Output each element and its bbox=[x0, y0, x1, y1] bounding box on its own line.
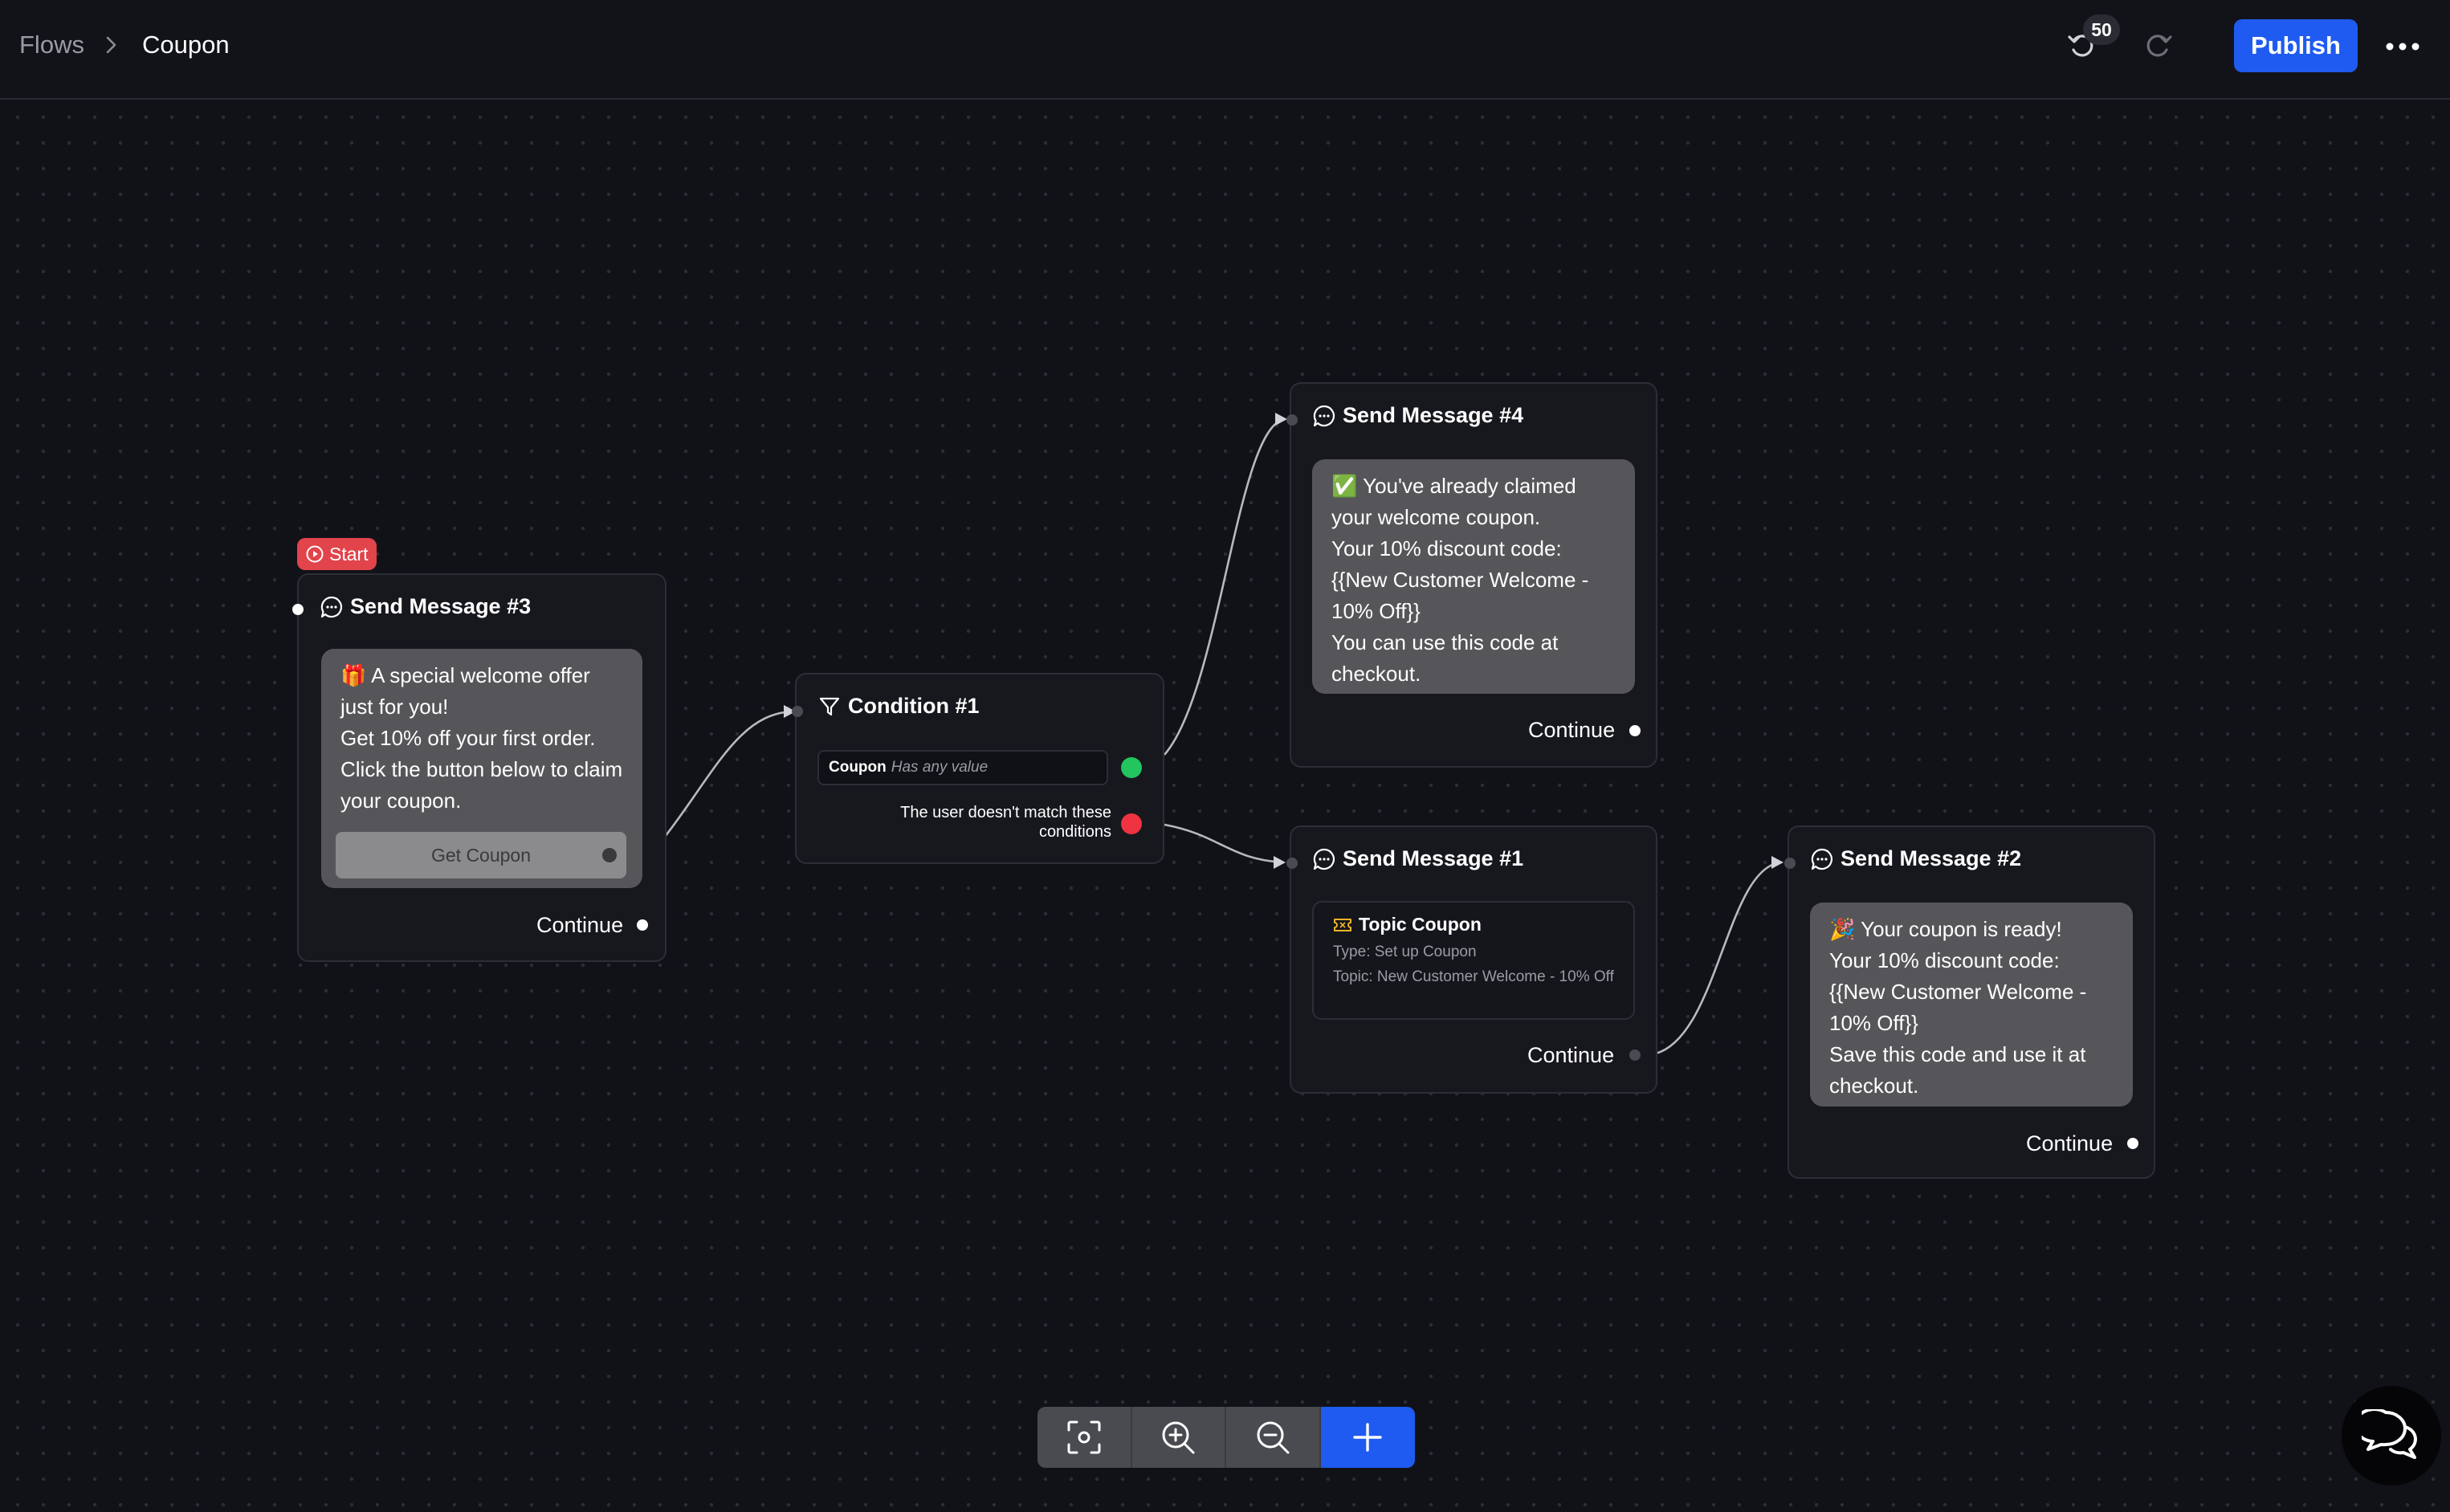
condition-rule[interactable]: Coupon Has any value bbox=[817, 750, 1108, 785]
support-chat-button[interactable] bbox=[2342, 1386, 2441, 1486]
start-badge: Start bbox=[297, 538, 377, 570]
coupon-topic-card: Topic Coupon Type: Set up Coupon Topic: … bbox=[1312, 901, 1635, 1020]
condition-operator: Has any value bbox=[891, 759, 989, 776]
topic-name: Topic: New Customer Welcome - 10% Off bbox=[1333, 968, 1614, 985]
node-title: Send Message #2 bbox=[1810, 846, 2021, 871]
add-node-button[interactable] bbox=[1320, 1407, 1415, 1468]
redo-icon[interactable] bbox=[2142, 29, 2175, 61]
zoom-in-button[interactable] bbox=[1132, 1407, 1226, 1468]
node-title: Send Message #1 bbox=[1312, 846, 1523, 871]
chat-support-icon bbox=[2362, 1409, 2417, 1459]
get-coupon-button[interactable]: Get Coupon bbox=[336, 832, 626, 878]
output-handle[interactable] bbox=[2127, 1138, 2138, 1149]
input-handle[interactable] bbox=[292, 604, 304, 615]
input-handle[interactable] bbox=[1286, 858, 1298, 869]
output-handle[interactable] bbox=[1629, 725, 1641, 736]
no-match-output-handle[interactable] bbox=[1121, 813, 1142, 834]
gift-emoji: 🎁 bbox=[340, 663, 367, 687]
canvas-toolbar bbox=[1037, 1407, 1415, 1468]
chat-bubble-icon bbox=[320, 596, 343, 617]
node-title: Send Message #3 bbox=[320, 594, 531, 619]
input-handle[interactable] bbox=[792, 706, 803, 717]
publish-button[interactable]: Publish bbox=[2234, 19, 2358, 72]
chevron-right-icon bbox=[106, 36, 116, 54]
chat-bubble-icon bbox=[1313, 848, 1335, 870]
filter-icon bbox=[819, 697, 840, 715]
check-emoji: ✅ bbox=[1331, 474, 1358, 498]
fit-view-button[interactable] bbox=[1037, 1407, 1132, 1468]
plus-icon bbox=[1353, 1423, 1382, 1452]
continue-label: Continue bbox=[1527, 1043, 1615, 1067]
topic-type: Type: Set up Coupon bbox=[1333, 943, 1477, 960]
input-handle[interactable] bbox=[1286, 414, 1298, 426]
zoom-in-icon bbox=[1162, 1421, 1195, 1454]
continue-label: Continue bbox=[2026, 1131, 2114, 1155]
start-label: Start bbox=[329, 544, 369, 564]
condition-field: Coupon bbox=[829, 759, 887, 776]
breadcrumb-flows-link[interactable]: Flows bbox=[19, 31, 84, 59]
more-horizontal-icon[interactable] bbox=[2385, 32, 2420, 61]
message-bubble: 🎉 Your coupon is ready! Your 10% discoun… bbox=[1810, 903, 2133, 1106]
output-handle[interactable] bbox=[1629, 1049, 1641, 1061]
match-output-handle[interactable] bbox=[1121, 757, 1142, 778]
continue-label: Continue bbox=[536, 913, 624, 937]
zoom-out-icon bbox=[1257, 1421, 1290, 1454]
else-label: The user doesn't match these conditions bbox=[900, 804, 1111, 841]
flow-editor: Flows Coupon 50 Publish Start Send Messa… bbox=[0, 0, 2450, 1512]
input-handle[interactable] bbox=[1784, 858, 1796, 869]
play-circle-icon bbox=[306, 545, 324, 563]
chat-bubble-icon bbox=[1313, 405, 1335, 426]
undo-count-badge: 50 bbox=[2083, 14, 2120, 45]
output-handle[interactable] bbox=[637, 919, 648, 931]
message-bubble: ✅ You've already claimed your welcome co… bbox=[1312, 459, 1635, 694]
breadcrumb-current: Coupon bbox=[142, 31, 230, 59]
chat-bubble-icon bbox=[1811, 848, 1833, 870]
top-bar: Flows Coupon 50 Publish bbox=[0, 0, 2450, 100]
topic-title: Topic Coupon bbox=[1333, 914, 1614, 935]
continue-label: Continue bbox=[1528, 718, 1616, 742]
node-title: Condition #1 bbox=[817, 694, 980, 719]
party-emoji: 🎉 bbox=[1829, 917, 1856, 941]
focus-icon bbox=[1067, 1420, 1101, 1454]
ticket-icon bbox=[1334, 918, 1351, 931]
button-handle[interactable] bbox=[602, 848, 617, 862]
zoom-out-button[interactable] bbox=[1226, 1407, 1321, 1468]
node-title: Send Message #4 bbox=[1312, 403, 1523, 428]
